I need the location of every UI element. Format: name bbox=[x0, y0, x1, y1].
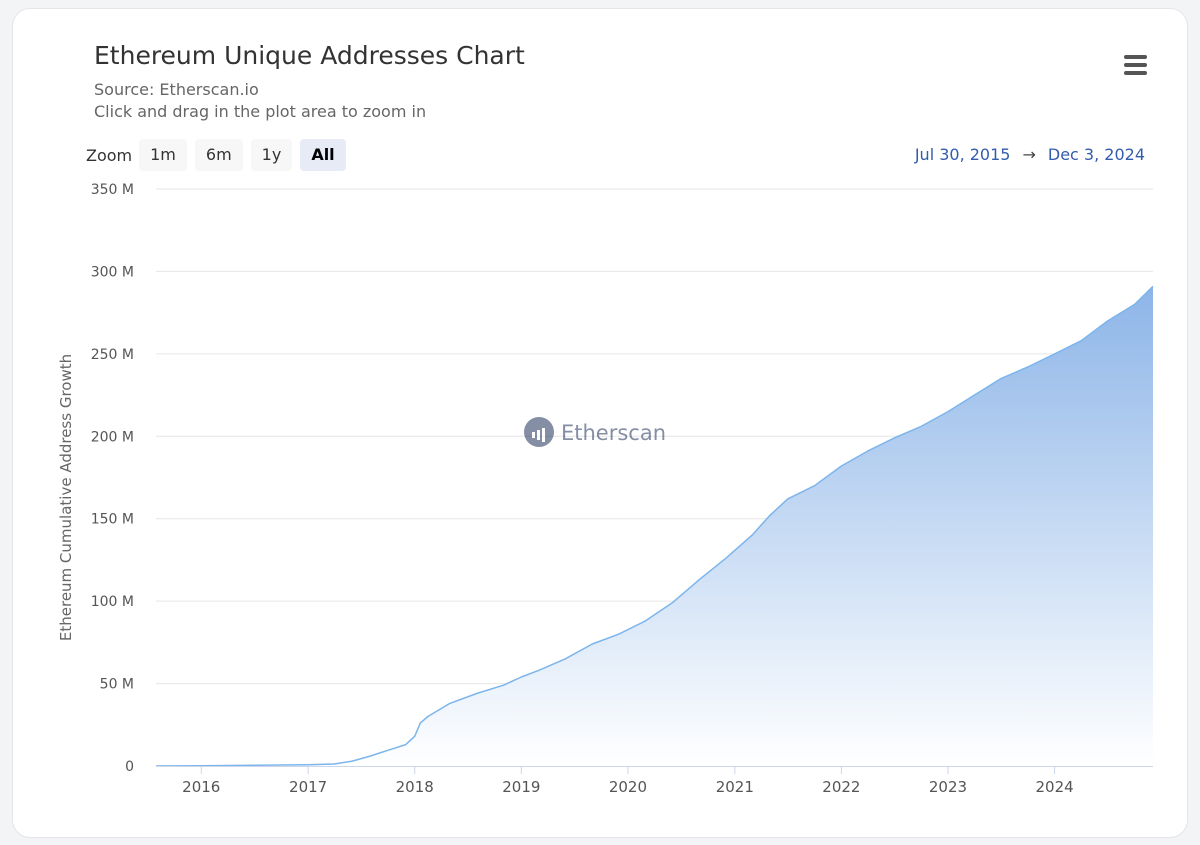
y-tick-label: 350 M bbox=[91, 182, 134, 198]
x-tick-label: 2018 bbox=[396, 778, 434, 796]
x-tick-label: 2023 bbox=[929, 778, 967, 796]
y-tick-label: 300 M bbox=[91, 264, 134, 280]
y-tick-label: 250 M bbox=[91, 347, 134, 363]
y-tick-label: 0 bbox=[125, 759, 134, 775]
x-tick-label: 2017 bbox=[289, 778, 327, 796]
y-axis-label: Ethereum Cumulative Address Growth bbox=[57, 354, 75, 641]
y-tick-label: 150 M bbox=[91, 512, 134, 528]
y-tick-label: 100 M bbox=[91, 594, 134, 610]
etherscan-logo-icon bbox=[524, 417, 554, 447]
x-tick-label: 2021 bbox=[716, 778, 754, 796]
area-chart[interactable]: 050 M100 M150 M200 M250 M300 M350 MEther… bbox=[13, 9, 1189, 839]
x-tick-label: 2016 bbox=[182, 778, 220, 796]
chart-card: Ethereum Unique Addresses Chart Source: … bbox=[12, 8, 1188, 838]
x-tick-label: 2019 bbox=[502, 778, 540, 796]
x-tick-label: 2022 bbox=[822, 778, 860, 796]
x-tick-label: 2024 bbox=[1035, 778, 1073, 796]
y-tick-label: 50 M bbox=[100, 677, 134, 693]
y-tick-label: 200 M bbox=[91, 429, 134, 445]
watermark-text: Etherscan bbox=[561, 421, 666, 445]
area-fill bbox=[156, 286, 1153, 766]
x-tick-label: 2020 bbox=[609, 778, 647, 796]
